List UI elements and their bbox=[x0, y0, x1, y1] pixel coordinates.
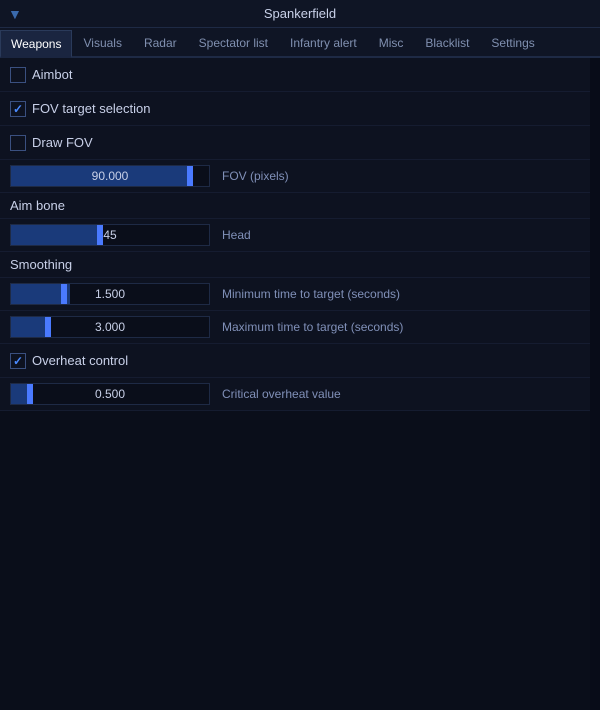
tab-infantry-alert[interactable]: Infantry alert bbox=[279, 28, 368, 56]
aimbot-checkbox-wrap[interactable]: Aimbot bbox=[10, 67, 72, 83]
tab-misc[interactable]: Misc bbox=[368, 28, 415, 56]
fov-pixels-row: 90.000 FOV (pixels) bbox=[0, 160, 600, 193]
fov-target-label: FOV target selection bbox=[32, 101, 151, 116]
tab-settings[interactable]: Settings bbox=[480, 28, 545, 56]
draw-fov-checkbox-wrap[interactable]: Draw FOV bbox=[10, 135, 93, 151]
scrollbar[interactable] bbox=[590, 58, 600, 710]
aim-bone-row: 45 Head bbox=[0, 219, 600, 252]
critical-overheat-value: 0.500 bbox=[11, 387, 209, 401]
min-time-slider[interactable]: 1.500 bbox=[10, 283, 210, 305]
tab-weapons[interactable]: Weapons bbox=[0, 30, 72, 58]
fov-pixels-value: 90.000 bbox=[11, 169, 209, 183]
critical-overheat-slider[interactable]: 0.500 bbox=[10, 383, 210, 405]
aim-bone-value: 45 bbox=[11, 228, 209, 242]
smoothing-section: Smoothing bbox=[0, 252, 600, 278]
overheat-checkbox-wrap[interactable]: Overheat control bbox=[10, 353, 128, 369]
aim-bone-slider[interactable]: 45 bbox=[10, 224, 210, 246]
max-time-slider[interactable]: 3.000 bbox=[10, 316, 210, 338]
fov-target-checkbox[interactable] bbox=[10, 101, 26, 117]
draw-fov-row: Draw FOV bbox=[0, 126, 600, 160]
fov-pixels-slider[interactable]: 90.000 bbox=[10, 165, 210, 187]
tab-spectator-list[interactable]: Spectator list bbox=[188, 28, 279, 56]
dropdown-arrow-icon[interactable]: ▼ bbox=[8, 6, 22, 22]
window-title: Spankerfield bbox=[264, 6, 336, 21]
critical-overheat-row: 0.500 Critical overheat value bbox=[0, 378, 600, 411]
fov-pixels-label: FOV (pixels) bbox=[222, 169, 289, 183]
tab-visuals[interactable]: Visuals bbox=[72, 28, 132, 56]
fov-target-selection-row: FOV target selection bbox=[0, 92, 600, 126]
min-time-row: 1.500 Minimum time to target (seconds) bbox=[0, 278, 600, 311]
max-time-value: 3.000 bbox=[11, 320, 209, 334]
min-time-value: 1.500 bbox=[11, 287, 209, 301]
aimbot-checkbox[interactable] bbox=[10, 67, 26, 83]
fov-target-checkbox-wrap[interactable]: FOV target selection bbox=[10, 101, 151, 117]
critical-overheat-label: Critical overheat value bbox=[222, 387, 341, 401]
tab-bar: Weapons Visuals Radar Spectator list Inf… bbox=[0, 28, 600, 58]
title-bar: ▼ Spankerfield bbox=[0, 0, 600, 28]
overheat-control-row: Overheat control bbox=[0, 344, 600, 378]
main-content: Aimbot FOV target selection Draw FOV 90.… bbox=[0, 58, 600, 411]
draw-fov-checkbox[interactable] bbox=[10, 135, 26, 151]
tab-blacklist[interactable]: Blacklist bbox=[414, 28, 480, 56]
max-time-label: Maximum time to target (seconds) bbox=[222, 320, 403, 334]
max-time-row: 3.000 Maximum time to target (seconds) bbox=[0, 311, 600, 344]
aimbot-label: Aimbot bbox=[32, 67, 72, 82]
aim-bone-display-label: Head bbox=[222, 228, 251, 242]
min-time-label: Minimum time to target (seconds) bbox=[222, 287, 400, 301]
aimbot-row: Aimbot bbox=[0, 58, 600, 92]
aim-bone-section: Aim bone bbox=[0, 193, 600, 219]
draw-fov-label: Draw FOV bbox=[32, 135, 93, 150]
tab-radar[interactable]: Radar bbox=[133, 28, 188, 56]
overheat-checkbox[interactable] bbox=[10, 353, 26, 369]
overheat-label: Overheat control bbox=[32, 353, 128, 368]
